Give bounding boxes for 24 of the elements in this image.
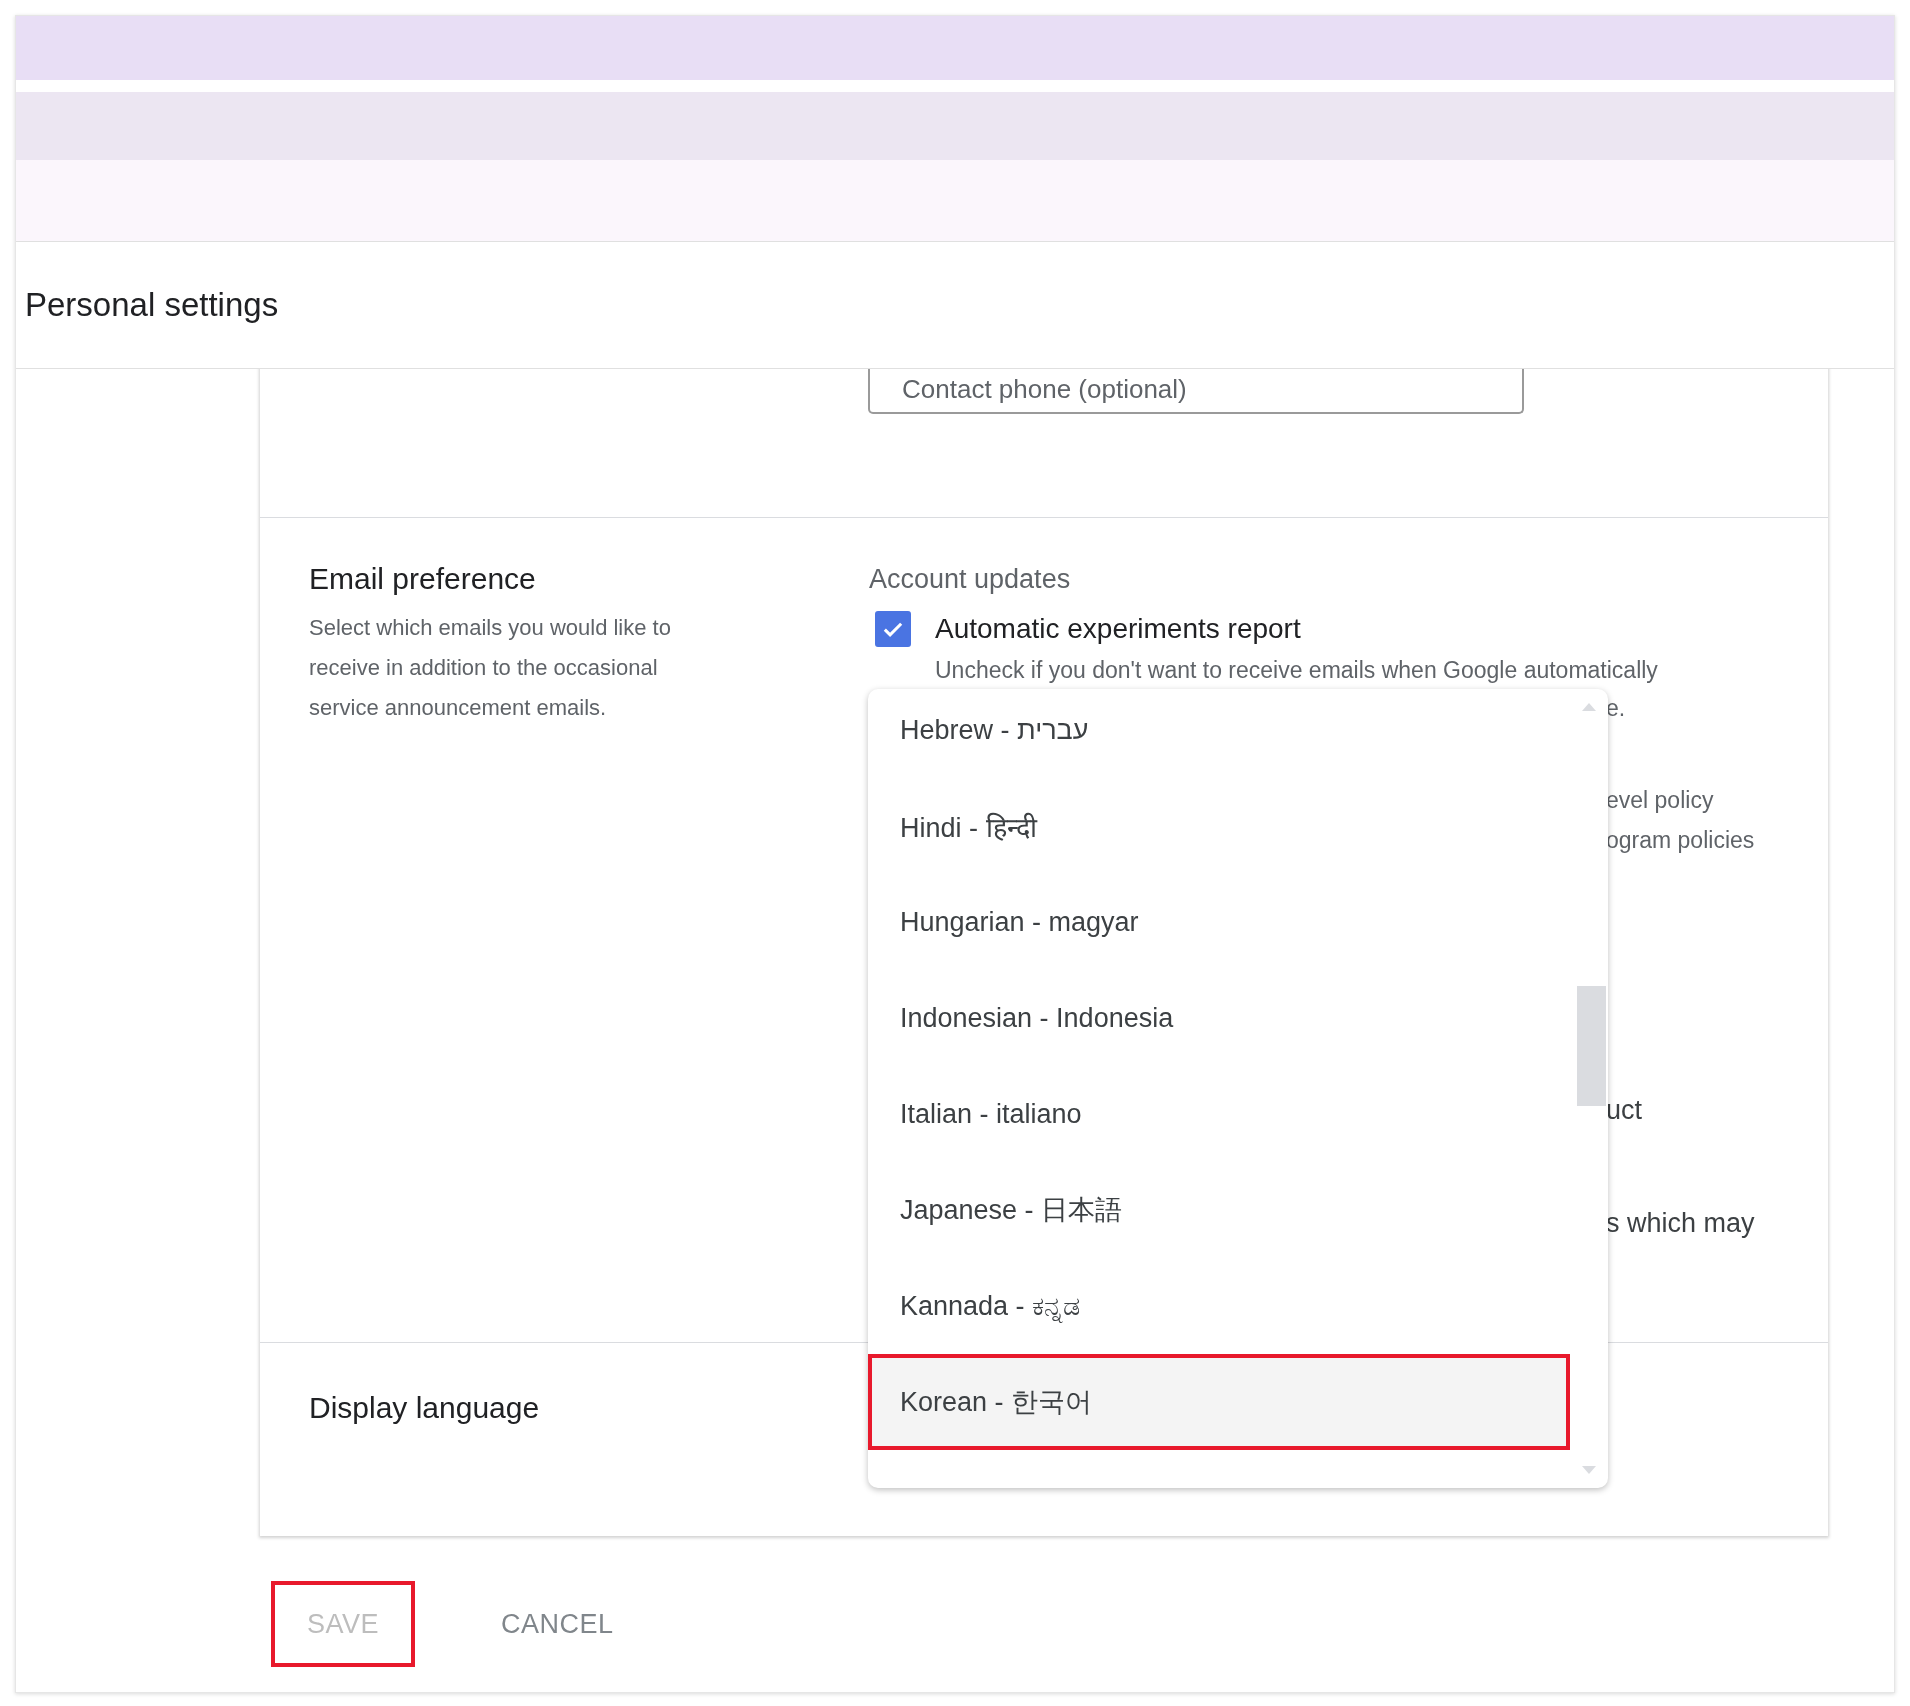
partial-text: evel policy: [1606, 787, 1714, 814]
scroll-down-icon[interactable]: [1582, 1466, 1596, 1474]
menu-item[interactable]: Indonesian - Indonesia: [868, 970, 1570, 1066]
group-title: Account updates: [869, 564, 1072, 595]
section-title: Email preference: [309, 562, 537, 596]
option-description: Uncheck if you don't want to receive emails when Google automatically: [935, 657, 1658, 684]
text-button[interactable]: CANCEL: [465, 1581, 650, 1667]
menu-item[interactable]: Kannada - ಕನ್ನಡ: [868, 1258, 1570, 1354]
menu-item[interactable]: Korean - 한국어: [868, 1354, 1570, 1450]
menu-item[interactable]: Hungarian - magyar: [868, 874, 1570, 970]
contact-phone-field[interactable]: Contact phone (optional): [868, 369, 1524, 414]
section-description: Select which emails you would like to receive in addition to the occasional service announcement emails.: [309, 614, 672, 722]
partial-text: uct: [1606, 1095, 1643, 1126]
menu-item[interactable]: Hindi - हिन्दी: [868, 778, 1570, 874]
menu-item[interactable]: Italian - italiano: [868, 1066, 1570, 1162]
section-title: Display language: [309, 1391, 540, 1425]
menu-item[interactable]: Japanese - 日本語: [868, 1162, 1570, 1258]
menu-item[interactable]: Hebrew - עברית: [868, 689, 1570, 778]
checkbox-label: Automatic experiments report: [935, 613, 1301, 645]
scrollbar-thumb[interactable]: [1577, 986, 1606, 1106]
scroll-up-icon[interactable]: [1582, 703, 1596, 711]
partial-text: ogram policies: [1606, 827, 1755, 854]
page-title: Personal settings: [25, 286, 279, 324]
checkbox[interactable]: [875, 611, 911, 647]
